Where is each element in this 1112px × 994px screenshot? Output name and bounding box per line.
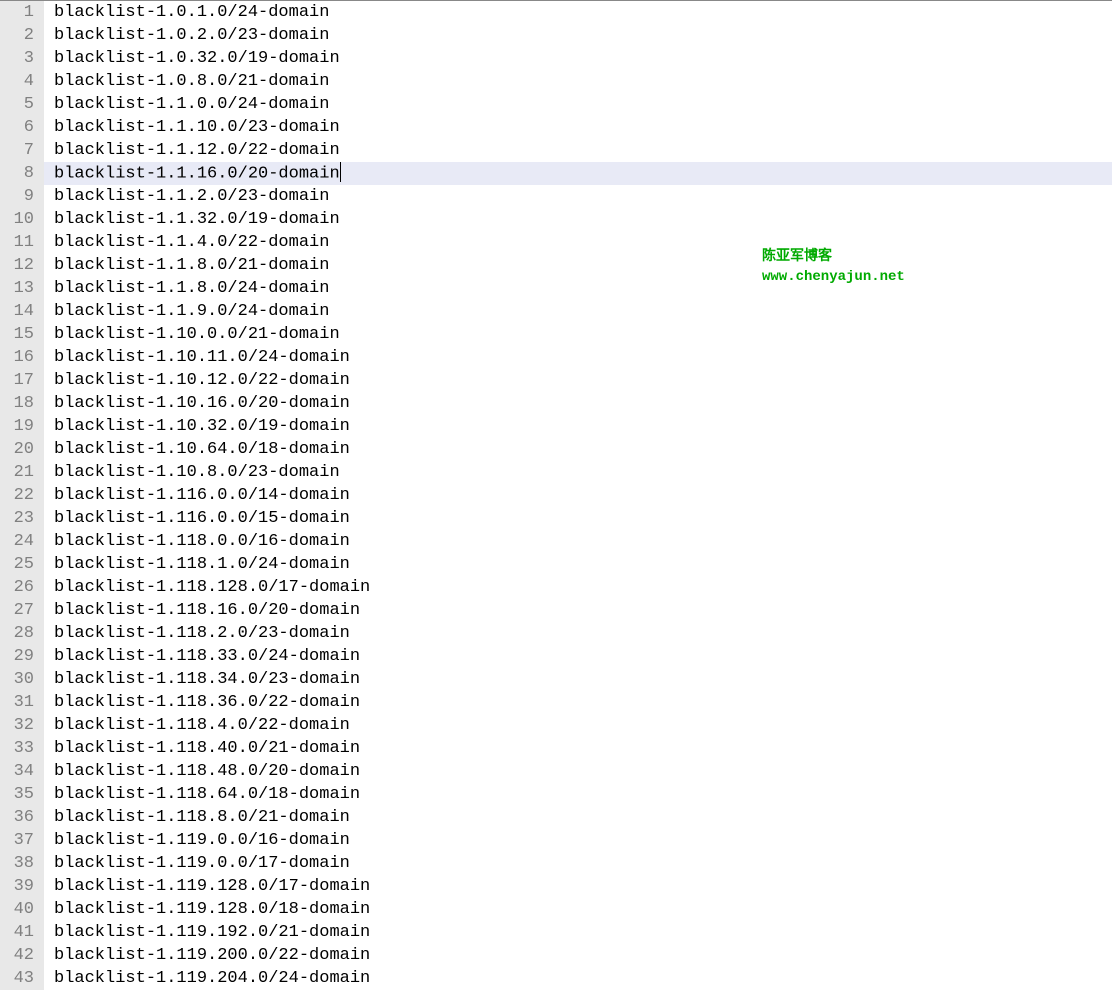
code-line[interactable]: blacklist-1.1.9.0/24-domain bbox=[44, 300, 1112, 323]
line-number: 43 bbox=[8, 967, 34, 990]
code-line[interactable]: blacklist-1.118.0.0/16-domain bbox=[44, 530, 1112, 553]
line-number: 3 bbox=[8, 47, 34, 70]
code-line[interactable]: blacklist-1.10.64.0/18-domain bbox=[44, 438, 1112, 461]
line-number: 4 bbox=[8, 70, 34, 93]
code-line[interactable]: blacklist-1.10.32.0/19-domain bbox=[44, 415, 1112, 438]
line-number: 10 bbox=[8, 208, 34, 231]
code-line[interactable]: blacklist-1.0.8.0/21-domain bbox=[44, 70, 1112, 93]
code-line[interactable]: blacklist-1.10.12.0/22-domain bbox=[44, 369, 1112, 392]
code-line[interactable]: blacklist-1.116.0.0/15-domain bbox=[44, 507, 1112, 530]
code-line[interactable]: blacklist-1.119.0.0/16-domain bbox=[44, 829, 1112, 852]
line-number: 33 bbox=[8, 737, 34, 760]
code-line[interactable]: blacklist-1.118.2.0/23-domain bbox=[44, 622, 1112, 645]
code-line[interactable]: blacklist-1.119.0.0/17-domain bbox=[44, 852, 1112, 875]
code-line[interactable]: blacklist-1.10.16.0/20-domain bbox=[44, 392, 1112, 415]
line-number: 32 bbox=[8, 714, 34, 737]
code-line[interactable]: blacklist-1.1.10.0/23-domain bbox=[44, 116, 1112, 139]
code-line[interactable]: blacklist-1.118.8.0/21-domain bbox=[44, 806, 1112, 829]
code-line[interactable]: blacklist-1.119.204.0/24-domain bbox=[44, 967, 1112, 990]
code-line[interactable]: blacklist-1.0.2.0/23-domain bbox=[44, 24, 1112, 47]
line-number: 8 bbox=[8, 162, 34, 185]
code-line[interactable]: blacklist-1.1.2.0/23-domain bbox=[44, 185, 1112, 208]
line-number: 27 bbox=[8, 599, 34, 622]
code-line[interactable]: blacklist-1.1.32.0/19-domain bbox=[44, 208, 1112, 231]
line-number: 17 bbox=[8, 369, 34, 392]
line-number: 34 bbox=[8, 760, 34, 783]
line-number: 18 bbox=[8, 392, 34, 415]
code-line[interactable]: blacklist-1.116.0.0/14-domain bbox=[44, 484, 1112, 507]
line-number: 9 bbox=[8, 185, 34, 208]
code-line[interactable]: blacklist-1.119.128.0/18-domain bbox=[44, 898, 1112, 921]
line-number: 26 bbox=[8, 576, 34, 599]
code-line[interactable]: blacklist-1.1.8.0/24-domain bbox=[44, 277, 1112, 300]
code-line[interactable]: blacklist-1.118.48.0/20-domain bbox=[44, 760, 1112, 783]
line-number: 5 bbox=[8, 93, 34, 116]
code-line[interactable]: blacklist-1.118.64.0/18-domain bbox=[44, 783, 1112, 806]
code-line[interactable]: blacklist-1.10.8.0/23-domain bbox=[44, 461, 1112, 484]
code-line[interactable]: blacklist-1.119.200.0/22-domain bbox=[44, 944, 1112, 967]
line-number: 42 bbox=[8, 944, 34, 967]
code-line[interactable]: blacklist-1.118.4.0/22-domain bbox=[44, 714, 1112, 737]
code-line[interactable]: blacklist-1.118.36.0/22-domain bbox=[44, 691, 1112, 714]
line-number: 41 bbox=[8, 921, 34, 944]
text-cursor bbox=[340, 162, 341, 182]
code-line[interactable]: blacklist-1.119.192.0/21-domain bbox=[44, 921, 1112, 944]
line-number: 13 bbox=[8, 277, 34, 300]
line-number: 21 bbox=[8, 461, 34, 484]
line-number: 16 bbox=[8, 346, 34, 369]
line-number: 23 bbox=[8, 507, 34, 530]
code-line[interactable]: blacklist-1.1.0.0/24-domain bbox=[44, 93, 1112, 116]
line-number: 7 bbox=[8, 139, 34, 162]
line-number: 19 bbox=[8, 415, 34, 438]
code-line[interactable]: blacklist-1.10.11.0/24-domain bbox=[44, 346, 1112, 369]
code-line[interactable]: blacklist-1.10.0.0/21-domain bbox=[44, 323, 1112, 346]
line-number: 22 bbox=[8, 484, 34, 507]
line-number: 25 bbox=[8, 553, 34, 576]
code-line[interactable]: blacklist-1.0.32.0/19-domain bbox=[44, 47, 1112, 70]
code-line[interactable]: blacklist-1.118.1.0/24-domain bbox=[44, 553, 1112, 576]
code-line[interactable]: blacklist-1.118.128.0/17-domain bbox=[44, 576, 1112, 599]
line-number: 11 bbox=[8, 231, 34, 254]
line-number: 12 bbox=[8, 254, 34, 277]
line-number: 38 bbox=[8, 852, 34, 875]
code-line[interactable]: blacklist-1.118.33.0/24-domain bbox=[44, 645, 1112, 668]
line-number: 2 bbox=[8, 24, 34, 47]
line-number: 1 bbox=[8, 1, 34, 24]
code-line[interactable]: blacklist-1.118.34.0/23-domain bbox=[44, 668, 1112, 691]
code-line[interactable]: blacklist-1.1.12.0/22-domain bbox=[44, 139, 1112, 162]
line-number: 37 bbox=[8, 829, 34, 852]
line-number-gutter: 1234567891011121314151617181920212223242… bbox=[0, 1, 44, 990]
code-line[interactable]: blacklist-1.118.16.0/20-domain bbox=[44, 599, 1112, 622]
line-number: 24 bbox=[8, 530, 34, 553]
code-line[interactable]: blacklist-1.119.128.0/17-domain bbox=[44, 875, 1112, 898]
line-number: 6 bbox=[8, 116, 34, 139]
line-number: 20 bbox=[8, 438, 34, 461]
line-number: 14 bbox=[8, 300, 34, 323]
line-number: 28 bbox=[8, 622, 34, 645]
line-number: 39 bbox=[8, 875, 34, 898]
code-line[interactable]: blacklist-1.1.8.0/21-domain bbox=[44, 254, 1112, 277]
line-number: 30 bbox=[8, 668, 34, 691]
code-line[interactable]: blacklist-1.0.1.0/24-domain bbox=[44, 1, 1112, 24]
line-number: 31 bbox=[8, 691, 34, 714]
line-number: 35 bbox=[8, 783, 34, 806]
code-line[interactable]: blacklist-1.118.40.0/21-domain bbox=[44, 737, 1112, 760]
line-number: 29 bbox=[8, 645, 34, 668]
code-line[interactable]: blacklist-1.1.4.0/22-domain bbox=[44, 231, 1112, 254]
line-number: 15 bbox=[8, 323, 34, 346]
line-number: 36 bbox=[8, 806, 34, 829]
code-line[interactable]: blacklist-1.1.16.0/20-domain bbox=[44, 162, 1112, 185]
text-editor[interactable]: 1234567891011121314151617181920212223242… bbox=[0, 0, 1112, 990]
line-number: 40 bbox=[8, 898, 34, 921]
editor-content-area[interactable]: blacklist-1.0.1.0/24-domainblacklist-1.0… bbox=[44, 1, 1112, 990]
